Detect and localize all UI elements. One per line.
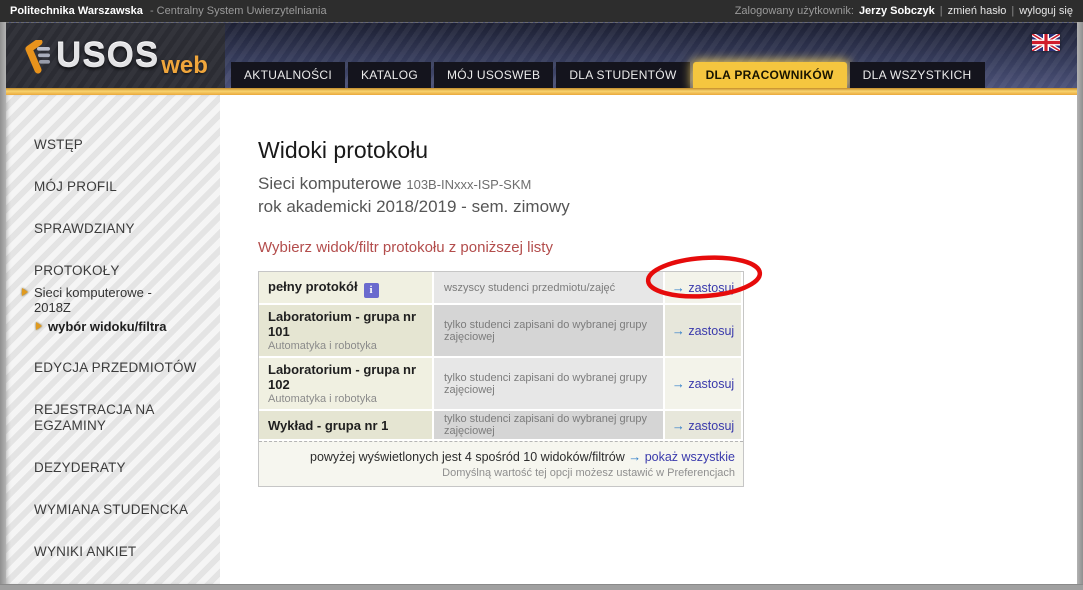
apply-label: zastosuj — [688, 324, 734, 338]
page-frame-right — [1077, 22, 1083, 590]
table-row: Laboratorium - grupa nr 101 Automatyka i… — [259, 305, 743, 358]
view-program: Automatyka i robotyka — [268, 340, 428, 352]
view-name: Laboratorium - grupa nr 101 — [268, 309, 428, 339]
arrow-icon: → — [672, 376, 685, 391]
sidebar-item-moj-profil[interactable]: MÓJ PROFIL — [34, 179, 200, 195]
tab-katalog[interactable]: KATALOG — [348, 62, 431, 88]
course-subitem-label: Sieci komputerowe - 2018Z — [34, 285, 184, 315]
view-name: pełny protokół — [268, 279, 358, 294]
course-line: Sieci komputerowe 103B-INxxx-ISP-SKM — [258, 173, 1077, 196]
view-description: tylko studenci zapisani do wybranej grup… — [432, 411, 663, 439]
tab-moj-usosweb[interactable]: MÓJ USOSWEB — [434, 62, 553, 88]
sidebar: WSTĘP MÓJ PROFIL SPRAWDZIANY PROTOKOŁY S… — [6, 95, 220, 584]
apply-label: zastosuj — [688, 377, 734, 391]
views-count-summary: powyżej wyświetlonych jest 4 spośród 10 … — [263, 449, 735, 464]
table-row: Wykład - grupa nr 1 tylko studenci zapis… — [259, 411, 743, 441]
usos-logo[interactable]: USOS web — [6, 23, 225, 89]
view-description: tylko studenci zapisani do wybranej grup… — [432, 305, 663, 356]
arrow-icon: → — [672, 418, 685, 433]
separator: | — [940, 5, 943, 17]
tab-dla-studentow[interactable]: DLA STUDENTÓW — [556, 62, 689, 88]
choose-view-prompt: Wybierz widok/filtr protokołu z poniższe… — [258, 239, 1077, 256]
change-password-link[interactable]: zmień hasło — [948, 5, 1007, 17]
session-info: Zalogowany użytkownik: Jerzy Sobczyk | z… — [735, 5, 1073, 17]
apply-link[interactable]: → zastosuj — [672, 280, 734, 295]
protokoly-subtree: Sieci komputerowe - 2018Z wybór widoku/f… — [6, 285, 220, 334]
bullet-arrow-icon — [36, 322, 42, 330]
logo-text-web: web — [161, 52, 208, 89]
usosweb-page: Politechnika Warszawska - Centralny Syst… — [0, 0, 1083, 590]
top-bar: Politechnika Warszawska - Centralny Syst… — [0, 0, 1083, 22]
institution-suffix: - Centralny System Uwierzytelniania — [150, 5, 327, 17]
view-description: wszyscy studenci przedmiotu/zajęć — [432, 272, 663, 303]
gold-divider-bar — [6, 88, 1077, 95]
user-name: Jerzy Sobczyk — [859, 5, 935, 17]
view-program: Automatyka i robotyka — [268, 393, 428, 405]
info-icon[interactable]: i — [364, 283, 379, 298]
course-code: 103B-INxxx-ISP-SKM — [406, 177, 531, 192]
table-row: Laboratorium - grupa nr 102 Automatyka i… — [259, 358, 743, 411]
sidebar-subitem-wybor-widoku[interactable]: wybór widoku/filtra — [36, 319, 214, 334]
preferences-note: Domyślną wartość tej opcji możesz ustawi… — [263, 467, 735, 479]
course-name: Sieci komputerowe — [258, 174, 402, 193]
institution-name: Politechnika Warszawska — [10, 5, 143, 17]
tab-aktualnosci[interactable]: AKTUALNOŚCI — [231, 62, 345, 88]
view-description: tylko studenci zapisani do wybranej grup… — [432, 358, 663, 409]
main-navigation: AKTUALNOŚCI KATALOG MÓJ USOSWEB DLA STUD… — [231, 62, 985, 88]
protocol-views-table: pełny protokół i wszyscy studenci przedmi… — [258, 271, 744, 487]
active-subitem-label: wybór widoku/filtra — [48, 319, 166, 334]
main-content: Widoki protokołu Sieci komputerowe 103B-… — [220, 95, 1077, 584]
logout-link[interactable]: wyloguj się — [1019, 5, 1073, 17]
logo-text-usos: USOS — [56, 36, 159, 76]
sidebar-item-wstep[interactable]: WSTĘP — [34, 137, 200, 153]
sidebar-item-wymiana-studencka[interactable]: WYMIANA STUDENCKA — [34, 502, 200, 518]
banner: USOS web AKTUALNOŚCI KATALOG MÓJ USOSWEB… — [6, 22, 1077, 88]
bullet-arrow-icon — [22, 288, 28, 296]
english-language-flag-icon[interactable] — [1032, 34, 1060, 51]
arrow-icon: → — [672, 280, 685, 295]
page-title: Widoki protokołu — [258, 137, 1077, 164]
sidebar-item-dezyderaty[interactable]: DEZYDERATY — [34, 460, 200, 476]
logged-in-label: Zalogowany użytkownik: — [735, 5, 854, 17]
apply-label: zastosuj — [688, 419, 734, 433]
sidebar-subitem-course[interactable]: Sieci komputerowe - 2018Z — [22, 285, 214, 315]
apply-link[interactable]: → zastosuj — [672, 323, 734, 338]
sidebar-item-wyniki-ankiet[interactable]: WYNIKI ANKIET — [34, 544, 200, 560]
apply-label: zastosuj — [688, 281, 734, 295]
view-name: Laboratorium - grupa nr 102 — [268, 362, 428, 392]
sidebar-item-edycja-przedmiotow[interactable]: EDYCJA PRZEDMIOTÓW — [34, 360, 200, 376]
sidebar-item-protokoly[interactable]: PROTOKOŁY — [34, 263, 200, 279]
arrow-icon: → — [628, 449, 641, 464]
tab-dla-pracownikow[interactable]: DLA PRACOWNIKÓW — [693, 62, 847, 88]
arrow-icon: → — [672, 323, 685, 338]
sidebar-item-sprawdziany[interactable]: SPRAWDZIANY — [34, 221, 200, 237]
view-name: Wykład - grupa nr 1 — [268, 418, 428, 433]
page-frame-bottom — [0, 584, 1083, 590]
table-row: pełny protokół i wszyscy studenci przedmi… — [259, 272, 743, 305]
apply-link[interactable]: → zastosuj — [672, 418, 734, 433]
summary-text: powyżej wyświetlonych jest 4 spośród 10 … — [310, 450, 625, 464]
apply-link[interactable]: → zastosuj — [672, 376, 734, 391]
term-line: rok akademicki 2018/2019 - sem. zimowy — [258, 196, 1077, 218]
tab-dla-wszystkich[interactable]: DLA WSZYSTKICH — [850, 62, 985, 88]
usos-logo-icon — [23, 40, 51, 74]
separator: | — [1011, 5, 1014, 17]
sidebar-item-rejestracja-na-egzaminy[interactable]: REJESTRACJA NA EGZAMINY — [34, 402, 200, 434]
institution-brand: Politechnika Warszawska - Centralny Syst… — [10, 5, 327, 17]
show-all-link[interactable]: pokaż wszystkie — [645, 450, 735, 464]
table-footer: powyżej wyświetlonych jest 4 spośród 10 … — [259, 441, 743, 486]
